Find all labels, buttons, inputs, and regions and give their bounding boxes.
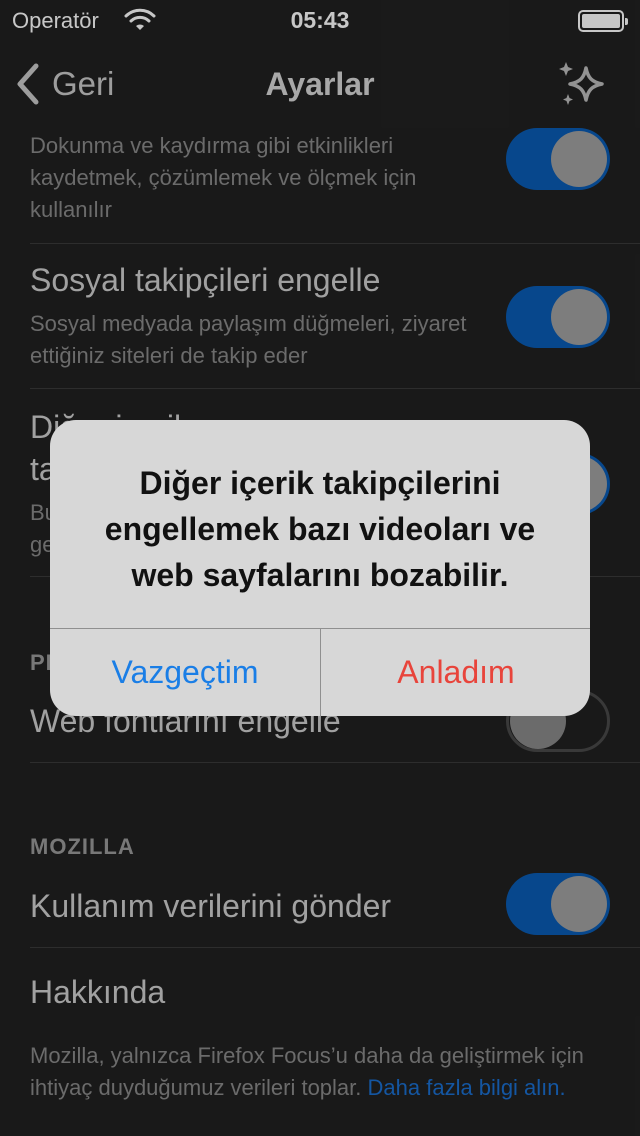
cancel-button[interactable]: Vazgeçtim [50, 629, 320, 716]
alert-message: Diğer içerik takipçilerini engellemek ba… [104, 465, 536, 593]
alert-dialog: Diğer içerik takipçilerini engellemek ba… [50, 420, 590, 716]
confirm-button[interactable]: Anladım [321, 629, 590, 716]
